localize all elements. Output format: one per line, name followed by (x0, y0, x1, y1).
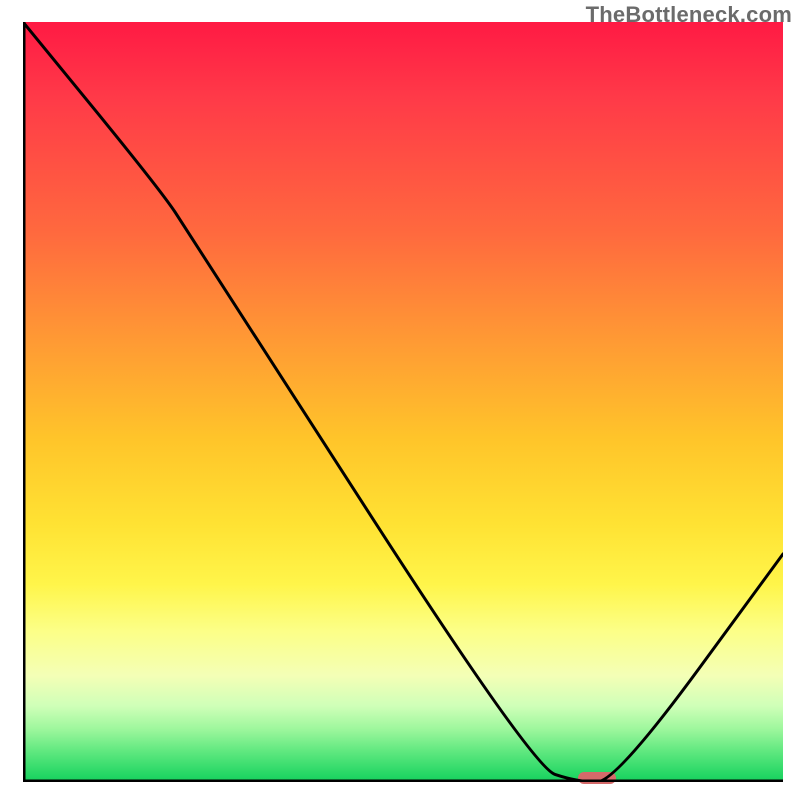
gradient-background (23, 22, 783, 782)
optimal-marker (578, 772, 616, 784)
chart-container: TheBottleneck.com (0, 0, 800, 800)
plot-area (23, 22, 783, 782)
